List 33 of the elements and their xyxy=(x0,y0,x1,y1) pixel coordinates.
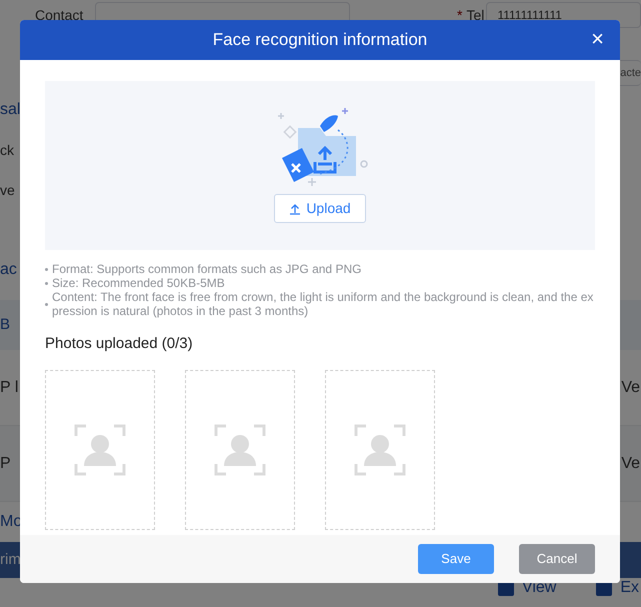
row-text: ve xyxy=(0,180,15,200)
row-text: Ve xyxy=(621,454,640,474)
field-label: Tel xyxy=(466,6,486,24)
bullet-icon xyxy=(45,268,48,270)
bullet-icon xyxy=(45,282,48,284)
row-text: rim xyxy=(0,550,21,570)
row-text: sal xyxy=(0,100,20,120)
bullet-icon xyxy=(45,302,48,306)
field-label: Contact xyxy=(35,6,84,24)
upload-icon xyxy=(289,202,302,214)
person-placeholder-icon xyxy=(354,424,406,476)
photo-slot[interactable] xyxy=(185,370,295,530)
note-text: Size: Recommended 50KB-5MB xyxy=(52,276,226,290)
cancel-button[interactable]: Cancel xyxy=(519,544,595,574)
row-text: Ve xyxy=(621,378,640,398)
close-button[interactable]: × xyxy=(591,28,604,50)
note-text: Format: Supports common formats such as JPG and PNG xyxy=(52,262,362,276)
upload-button[interactable]: Upload xyxy=(274,194,366,223)
checkbox-label: Ex xyxy=(620,578,639,598)
person-placeholder-icon xyxy=(214,424,266,476)
photo-slot[interactable] xyxy=(45,370,155,530)
save-button[interactable]: Save xyxy=(418,544,494,574)
photo-slot[interactable] xyxy=(325,370,435,530)
row-text: P xyxy=(0,454,11,474)
row-text: B xyxy=(0,314,10,335)
person-placeholder-icon xyxy=(74,424,126,476)
section-heading: Photos uploaded (0/3) xyxy=(45,334,194,354)
required-mark: * xyxy=(457,6,462,24)
row-text: P l xyxy=(0,378,18,398)
modal-title: Face recognition information xyxy=(212,29,428,52)
row-text: ck xyxy=(0,140,14,160)
note-text: Content: The front face is free from crown, the light is uniform and the background is clean, and the ex pression is natural (photos in the past 3 months) xyxy=(52,290,594,318)
row-text: ac xyxy=(0,260,17,280)
